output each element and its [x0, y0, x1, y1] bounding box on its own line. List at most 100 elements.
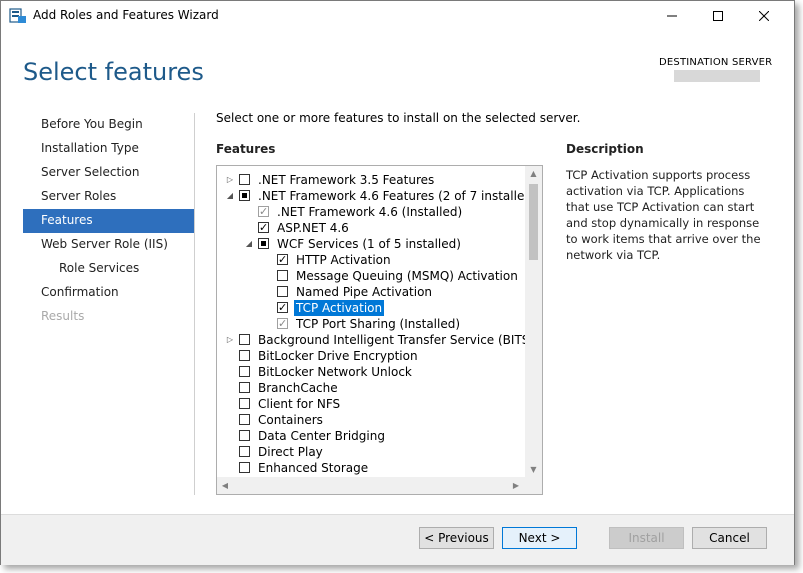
maximize-button[interactable]: [695, 1, 741, 31]
feature-row[interactable]: .NET Framework 4.6 (Installed): [217, 204, 523, 220]
feature-checkbox[interactable]: [239, 334, 250, 345]
feature-label[interactable]: TCP Port Sharing (Installed): [296, 316, 460, 332]
feature-checkbox[interactable]: [239, 382, 250, 393]
nav-item: Results: [41, 309, 85, 323]
close-icon: [759, 11, 769, 21]
collapse-arrow-icon[interactable]: ◢: [225, 188, 235, 204]
feature-row[interactable]: Data Center Bridging: [217, 428, 523, 444]
feature-checkbox[interactable]: [239, 462, 250, 473]
feature-row[interactable]: Containers: [217, 412, 523, 428]
features-heading: Features: [216, 142, 276, 156]
feature-checkbox[interactable]: [239, 430, 250, 441]
feature-row[interactable]: HTTP Activation: [217, 252, 523, 268]
feature-checkbox[interactable]: [277, 270, 288, 281]
next-button[interactable]: Next >: [502, 527, 577, 549]
feature-label[interactable]: TCP Activation: [294, 300, 385, 316]
feature-label[interactable]: .NET Framework 3.5 Features: [258, 172, 434, 188]
feature-checkbox: [258, 204, 269, 220]
nav-item[interactable]: Web Server Role (IIS): [23, 233, 194, 257]
feature-label[interactable]: ASP.NET 4.6: [277, 220, 349, 236]
feature-label[interactable]: WCF Services (1 of 5 installed): [277, 236, 461, 252]
close-button[interactable]: [741, 1, 787, 31]
destination-server-label: DESTINATION SERVER: [659, 57, 773, 68]
destination-server-value: [674, 70, 760, 82]
feature-label[interactable]: HTTP Activation: [296, 252, 391, 268]
feature-label[interactable]: Direct Play: [258, 444, 323, 460]
feature-label[interactable]: BranchCache: [258, 380, 338, 396]
feature-label[interactable]: .NET Framework 4.6 (Installed): [277, 204, 462, 220]
title-bar[interactable]: Add Roles and Features Wizard: [1, 1, 794, 31]
feature-checkbox[interactable]: [239, 366, 250, 377]
feature-row[interactable]: TCP Activation: [217, 300, 523, 316]
features-tree[interactable]: Enhanced Storage Direct Play Data Center B…: [216, 165, 543, 495]
nav-divider: [194, 113, 195, 495]
previous-button[interactable]: < Previous: [419, 527, 494, 549]
scroll-left-icon[interactable]: ◀: [217, 477, 233, 494]
feature-row[interactable]: ▷ .NET Framework 3.5 Features: [217, 172, 523, 188]
scroll-thumb[interactable]: [529, 184, 538, 260]
feature-row[interactable]: Named Pipe Activation: [217, 284, 523, 300]
feature-row[interactable]: TCP Port Sharing (Installed): [217, 316, 523, 332]
nav-item[interactable]: Role Services: [23, 257, 194, 281]
feature-label[interactable]: Named Pipe Activation: [296, 284, 432, 300]
feature-label[interactable]: .NET Framework 4.6 Features (2 of 7 inst…: [258, 188, 537, 204]
feature-row[interactable]: Client for NFS: [217, 396, 523, 412]
scroll-right-icon[interactable]: ▶: [508, 477, 524, 494]
nav-item[interactable]: Features: [23, 209, 194, 233]
feature-row[interactable]: BranchCache: [217, 380, 523, 396]
description-text: TCP Activation supports process activati…: [566, 168, 761, 262]
wizard-nav: Before You Begin Installation Type Server …: [23, 113, 194, 329]
feature-row[interactable]: ◢ .NET Framework 4.6 Features (2 of 7 ins…: [217, 188, 537, 204]
feature-row[interactable]: BitLocker Network Unlock: [217, 364, 523, 380]
feature-checkbox[interactable]: [239, 350, 250, 361]
feature-label[interactable]: Data Center Bridging: [258, 428, 385, 444]
feature-label[interactable]: BitLocker Drive Encryption: [258, 348, 418, 364]
feature-checkbox[interactable]: [239, 414, 250, 425]
feature-label[interactable]: Client for NFS: [258, 396, 340, 412]
expand-arrow-icon[interactable]: ▷: [225, 172, 235, 188]
vertical-scrollbar[interactable]: ▲ ▼: [525, 166, 542, 478]
feature-checkbox[interactable]: [239, 446, 250, 457]
feature-row[interactable]: Direct Play: [217, 444, 523, 460]
minimize-button[interactable]: [649, 1, 695, 31]
feature-label[interactable]: BitLocker Network Unlock: [258, 364, 412, 380]
feature-checkbox[interactable]: [277, 286, 288, 297]
feature-row[interactable]: BitLocker Drive Encryption: [217, 348, 523, 364]
window-title: Add Roles and Features Wizard: [33, 8, 219, 22]
feature-checkbox[interactable]: [277, 300, 288, 316]
page-title: Select features: [23, 58, 204, 86]
feature-checkbox[interactable]: [239, 398, 250, 409]
nav-item[interactable]: Installation Type: [23, 137, 194, 161]
feature-row[interactable]: ASP.NET 4.6: [217, 220, 523, 236]
nav-item[interactable]: Server Selection: [23, 161, 194, 185]
feature-checkbox[interactable]: [239, 174, 250, 185]
feature-label[interactable]: Background Intelligent Transfer Service …: [258, 332, 534, 348]
feature-row[interactable]: ◢ WCF Services (1 of 5 installed): [217, 236, 523, 252]
feature-checkbox[interactable]: [258, 220, 269, 236]
description-heading: Description: [566, 142, 644, 156]
horizontal-scrollbar[interactable]: ◀ ▶: [217, 477, 542, 494]
wizard-footer: < Previous Next > Install Cancel: [1, 514, 794, 565]
scroll-up-icon[interactable]: ▲: [525, 166, 542, 182]
nav-item[interactable]: Server Roles: [23, 185, 194, 209]
feature-checkbox: [277, 316, 288, 332]
wizard-header: Select features DESTINATION SERVER: [1, 31, 794, 101]
feature-row[interactable]: Message Queuing (MSMQ) Activation: [217, 268, 523, 284]
nav-item[interactable]: Confirmation: [23, 281, 194, 305]
feature-label[interactable]: Message Queuing (MSMQ) Activation: [296, 268, 518, 284]
feature-row[interactable]: Enhanced Storage: [217, 460, 523, 476]
scroll-down-icon[interactable]: ▼: [525, 462, 542, 478]
wizard-window: Add Roles and Features Wizard Select fea…: [0, 0, 795, 565]
collapse-arrow-icon[interactable]: ◢: [244, 236, 254, 252]
feature-checkbox[interactable]: [277, 252, 288, 268]
install-button[interactable]: Install: [609, 527, 684, 549]
nav-item[interactable]: Before You Begin: [23, 113, 194, 137]
expand-arrow-icon[interactable]: ▷: [225, 332, 235, 348]
feature-label[interactable]: Containers: [258, 412, 323, 428]
feature-checkbox[interactable]: [239, 190, 250, 201]
cancel-button[interactable]: Cancel: [692, 527, 767, 549]
feature-label[interactable]: Enhanced Storage: [258, 460, 368, 476]
feature-checkbox[interactable]: [258, 238, 269, 249]
feature-row[interactable]: ▷ Background Intelligent Transfer Service…: [217, 332, 534, 348]
instruction-text: Select one or more features to install o…: [216, 111, 581, 125]
